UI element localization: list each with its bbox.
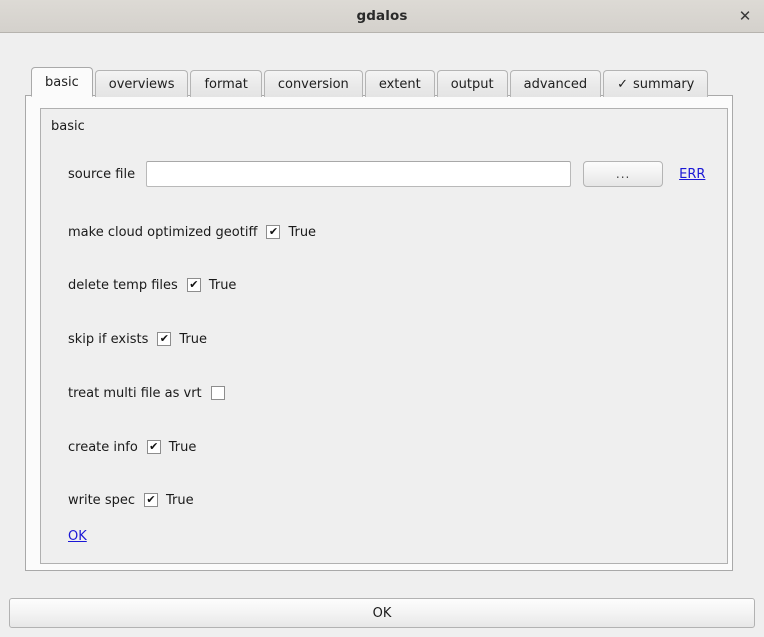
checkbox-treat-multi-file-as-vrt[interactable]: [210, 386, 225, 400]
option-row-treat-multi-file-as-vrt: treat multi file as vrt: [68, 381, 233, 405]
tab-overviews-label: overviews: [108, 77, 175, 92]
tab-output-label: output: [450, 77, 494, 92]
tab-conversion-label: conversion: [277, 77, 349, 92]
check-icon: ✓: [617, 77, 629, 92]
tab-conversion[interactable]: conversion: [263, 70, 363, 97]
tab-format-label: format: [204, 77, 248, 92]
group-title: basic: [51, 119, 85, 134]
checkbox-make-cloud-optimized-geotiff[interactable]: [266, 225, 281, 239]
close-icon[interactable]: ✕: [734, 6, 756, 27]
tab-summary-label: summary: [633, 77, 695, 92]
option-row-skip-if-exists: skip if exists True: [68, 327, 207, 351]
option-value-delete-temp-files: True: [208, 277, 237, 293]
source-file-row: source file ... ERR: [68, 161, 705, 187]
tab-extent-label: extent: [378, 77, 421, 92]
option-label-treat-multi-file-as-vrt: treat multi file as vrt: [68, 385, 202, 401]
tab-advanced[interactable]: advanced: [509, 70, 602, 97]
tab-bar: basic overviews format conversion extent…: [31, 67, 710, 97]
browse-button[interactable]: ...: [583, 161, 664, 187]
option-label-write-spec: write spec: [68, 492, 135, 508]
option-row-create-info: create info True: [68, 435, 196, 459]
window-titlebar: gdalos ✕: [0, 0, 764, 33]
tab-summary[interactable]: ✓ summary: [603, 70, 709, 97]
panel-ok-link[interactable]: OK: [68, 529, 87, 544]
tab-advanced-label: advanced: [523, 77, 588, 92]
option-label-skip-if-exists: skip if exists: [68, 331, 149, 347]
option-label-delete-temp-files: delete temp files: [68, 277, 178, 293]
option-value-skip-if-exists: True: [179, 331, 207, 347]
source-file-error-link[interactable]: ERR: [679, 167, 705, 182]
checkbox-create-info[interactable]: [146, 440, 161, 454]
tab-output[interactable]: output: [436, 70, 508, 97]
ok-button[interactable]: OK: [9, 598, 755, 628]
option-row-delete-temp-files: delete temp files True: [68, 273, 236, 297]
tab-format[interactable]: format: [190, 70, 262, 97]
source-file-input[interactable]: [146, 161, 572, 187]
tab-basic-label: basic: [45, 75, 79, 90]
option-value-make-cloud-optimized-geotiff: True: [288, 224, 317, 240]
option-label-make-cloud-optimized-geotiff: make cloud optimized geotiff: [68, 224, 258, 240]
source-file-label: source file: [68, 166, 136, 182]
basic-group-box: basic source file ... ERR make cloud opt…: [40, 108, 728, 564]
window-title: gdalos: [356, 8, 408, 24]
option-value-create-info: True: [168, 439, 197, 455]
tab-basic[interactable]: basic: [31, 67, 93, 97]
tab-overviews[interactable]: overviews: [94, 70, 189, 97]
checkbox-delete-temp-files[interactable]: [186, 278, 201, 292]
tab-extent[interactable]: extent: [364, 70, 435, 97]
option-row-make-cloud-optimized-geotiff: make cloud optimized geotiff True: [68, 220, 316, 244]
option-value-write-spec: True: [166, 492, 194, 508]
option-row-write-spec: write spec True: [68, 488, 194, 512]
checkbox-write-spec[interactable]: [144, 493, 158, 507]
option-label-create-info: create info: [68, 439, 138, 455]
checkbox-skip-if-exists[interactable]: [157, 332, 172, 346]
